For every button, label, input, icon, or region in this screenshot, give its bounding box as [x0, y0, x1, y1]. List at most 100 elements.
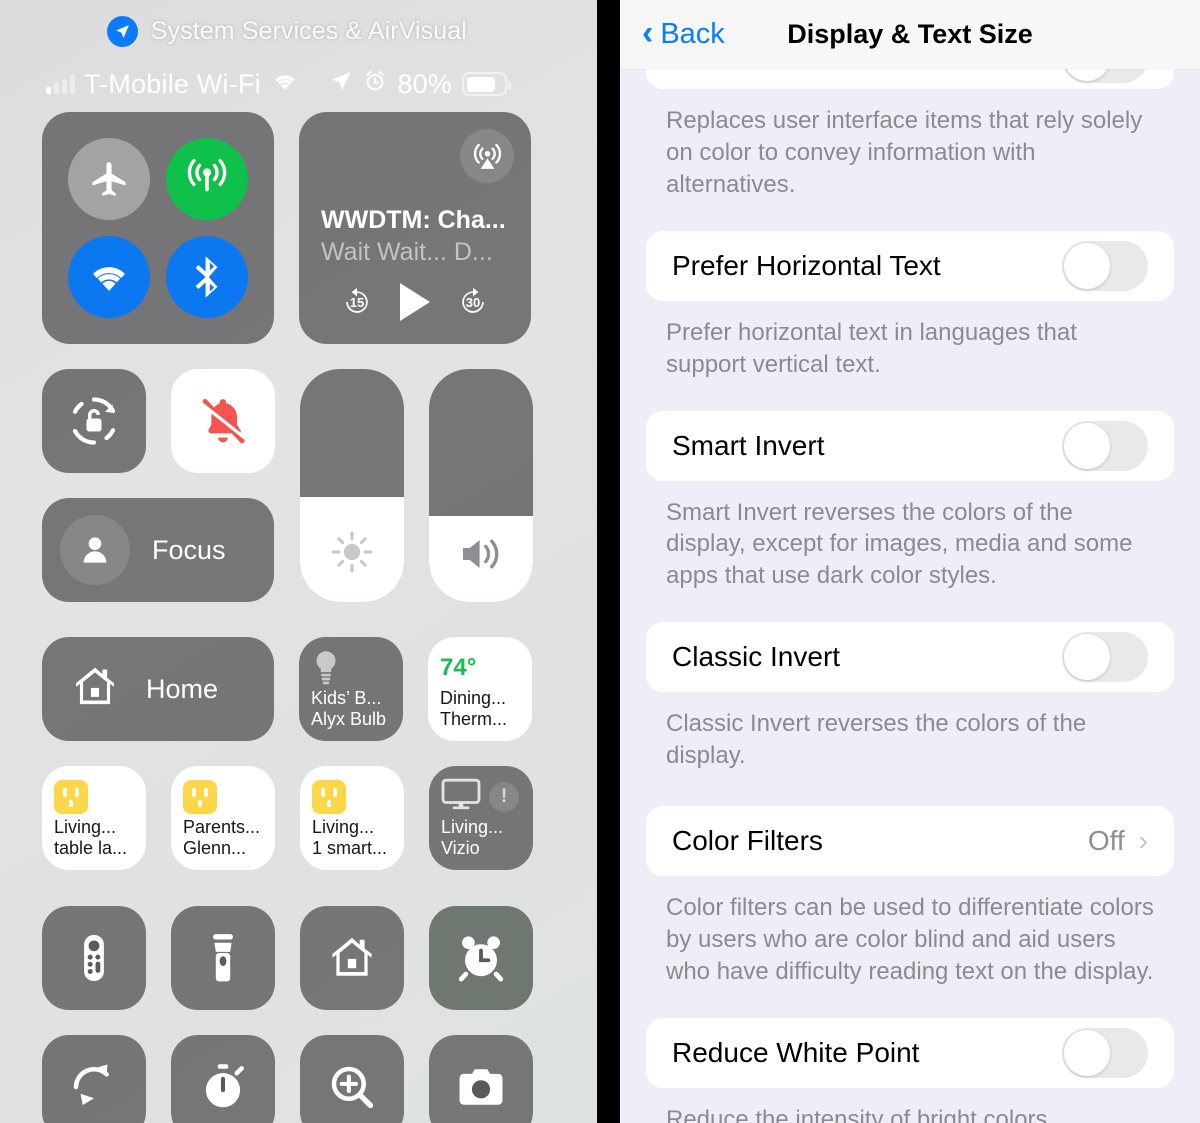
accessory-label: Parents... Glenn...	[183, 816, 261, 858]
prefer-horizontal-text-toggle[interactable]	[1062, 240, 1148, 291]
alarm-clock-icon	[458, 936, 504, 982]
airplane-mode-toggle[interactable]	[68, 138, 150, 220]
banner-label: System Services & AirVisual	[150, 16, 467, 45]
back-label: Back	[660, 18, 725, 50]
accessory-tile-thermostat[interactable]: 74° Dining... Therm...	[428, 637, 532, 741]
table-row[interactable]: Color Filters Off ›	[672, 806, 1148, 876]
home-app-icon	[332, 937, 372, 976]
accessory-tile-bulb[interactable]: Kids’ B... Alyx Bulb	[299, 637, 403, 741]
accessory-tile-outlet-2[interactable]: Parents... Glenn...	[171, 766, 275, 870]
row-label: Smart Invert	[672, 429, 825, 461]
table-row[interactable]: Reduce White Point	[672, 1018, 1148, 1088]
airplay-audio-icon[interactable]	[460, 129, 514, 183]
battery-icon	[462, 72, 511, 96]
alarm-icon	[363, 69, 387, 100]
row-color-filters[interactable]: Color Filters Off ›	[646, 806, 1174, 877]
brightness-slider[interactable]	[300, 369, 404, 602]
screenshot-root: System Services & AirVisual › T-Mobile W…	[0, 0, 1200, 1123]
skip-back-15-button[interactable]: 15	[340, 285, 374, 319]
alarm-clock-button[interactable]	[429, 906, 533, 1010]
classic-invert-toggle[interactable]	[1062, 632, 1148, 683]
focus-label: Focus	[152, 534, 226, 565]
home-app-button[interactable]	[300, 906, 404, 1010]
note-prefer-horizontal-text: Prefer horizontal text in languages that…	[666, 318, 1077, 378]
magnifier-button[interactable]	[300, 1035, 404, 1123]
settings-scroll-area[interactable]: Replaces user interface items that rely …	[620, 69, 1200, 1123]
warning-icon: !	[489, 781, 519, 812]
cellular-icon	[187, 158, 227, 192]
cc-row-second: Focus	[42, 369, 555, 602]
bluetooth-icon	[195, 256, 218, 298]
tv-icon	[441, 778, 481, 815]
note-classic-invert: Classic Invert reverses the colors of th…	[666, 710, 1087, 770]
back-button[interactable]: ‹ Back	[642, 16, 725, 51]
outlet-icon	[183, 779, 217, 814]
outlet-icon	[54, 779, 88, 814]
reduce-white-point-toggle[interactable]	[1062, 1027, 1148, 1078]
now-playing-tile[interactable]: WWDTM: Cha... Wait Wait... D... 15 30	[299, 112, 531, 344]
row-reduce-white-point[interactable]: Reduce White Point	[646, 1017, 1174, 1088]
cc-left-column: Focus	[42, 369, 275, 602]
chevron-right-icon: ›	[1138, 825, 1148, 857]
magnifier-icon	[331, 1066, 374, 1109]
accessory-tile-outlet-1[interactable]: Living... table la...	[42, 766, 146, 870]
outlet-icon	[312, 779, 346, 814]
home-tile[interactable]: Home	[42, 637, 274, 741]
silent-mode-button[interactable]	[171, 369, 275, 473]
flashlight-button[interactable]	[171, 906, 275, 1010]
cellular-data-toggle[interactable]	[166, 138, 248, 220]
timer-icon	[205, 1064, 244, 1108]
screen-mirroring-button[interactable]	[42, 1035, 146, 1123]
skip-forward-30-button[interactable]: 30	[456, 285, 490, 319]
accessory-tile-outlet-3[interactable]: Living... 1 smart...	[300, 766, 404, 870]
cc-row-top: WWDTM: Cha... Wait Wait... D... 15 30	[42, 112, 555, 344]
rotation-lock-button[interactable]	[42, 369, 146, 473]
volume-slider[interactable]	[429, 369, 533, 602]
differentiate-without-color-toggle[interactable]	[1062, 69, 1148, 83]
carrier-label: T-Mobile Wi-Fi	[84, 68, 261, 99]
settings-panel: ‹ Back Display & Text Size Replaces user…	[620, 0, 1200, 1123]
accessory-label: Living... Vizio	[441, 816, 504, 858]
row-classic-invert[interactable]: Classic Invert	[646, 622, 1174, 693]
note-color-filters: Color filters can be used to differentia…	[666, 894, 1154, 985]
play-button[interactable]	[400, 283, 430, 321]
airplane-icon	[92, 162, 126, 196]
row-smart-invert[interactable]: Smart Invert	[646, 410, 1174, 481]
row-label: Prefer Horizontal Text	[672, 249, 941, 281]
timer-button[interactable]	[171, 1035, 275, 1123]
wifi-icon	[93, 267, 125, 291]
table-row[interactable]: Classic Invert	[672, 622, 1148, 692]
row-prefer-horizontal-text[interactable]: Prefer Horizontal Text	[646, 230, 1174, 301]
home-label: Home	[146, 673, 219, 704]
table-row[interactable]: Smart Invert	[672, 411, 1148, 481]
wifi-toggle[interactable]	[68, 236, 150, 318]
note-differentiate-without-color: Replaces user interface items that rely …	[666, 107, 1143, 198]
person-icon	[60, 515, 130, 585]
panel-divider	[597, 0, 620, 1123]
rotation-lock-icon	[72, 397, 116, 445]
location-arrow-icon	[329, 69, 353, 100]
bluetooth-toggle[interactable]	[166, 236, 248, 318]
note-smart-invert: Smart Invert reverses the colors of the …	[666, 498, 1133, 590]
smart-invert-toggle[interactable]	[1062, 420, 1148, 471]
accessory-label: Dining... Therm...	[440, 687, 508, 729]
camera-button[interactable]	[429, 1035, 533, 1123]
media-title: WWDTM: Cha...	[321, 206, 506, 234]
toggle-knob	[1064, 422, 1110, 469]
table-row[interactable]: Prefer Horizontal Text	[672, 231, 1148, 301]
apple-tv-remote-button[interactable]	[42, 906, 146, 1010]
connectivity-tile[interactable]	[42, 112, 274, 344]
toggle-knob	[1064, 242, 1110, 289]
media-subtitle: Wait Wait... D...	[321, 238, 493, 266]
accessory-tile-tv[interactable]: ! Living... Vizio	[429, 766, 533, 870]
home-icon	[68, 660, 122, 719]
focus-button[interactable]: Focus	[42, 498, 274, 602]
partial-card-above[interactable]	[646, 69, 1174, 89]
system-services-banner[interactable]: System Services & AirVisual ›	[0, 0, 597, 56]
accessory-label: Kids’ B... Alyx Bulb	[311, 687, 387, 729]
toggle-knob	[1064, 1029, 1110, 1076]
camera-icon	[459, 1069, 503, 1105]
location-arrow-icon	[106, 15, 138, 47]
battery-percent-label: 80%	[397, 68, 452, 99]
volume-icon	[463, 539, 499, 569]
